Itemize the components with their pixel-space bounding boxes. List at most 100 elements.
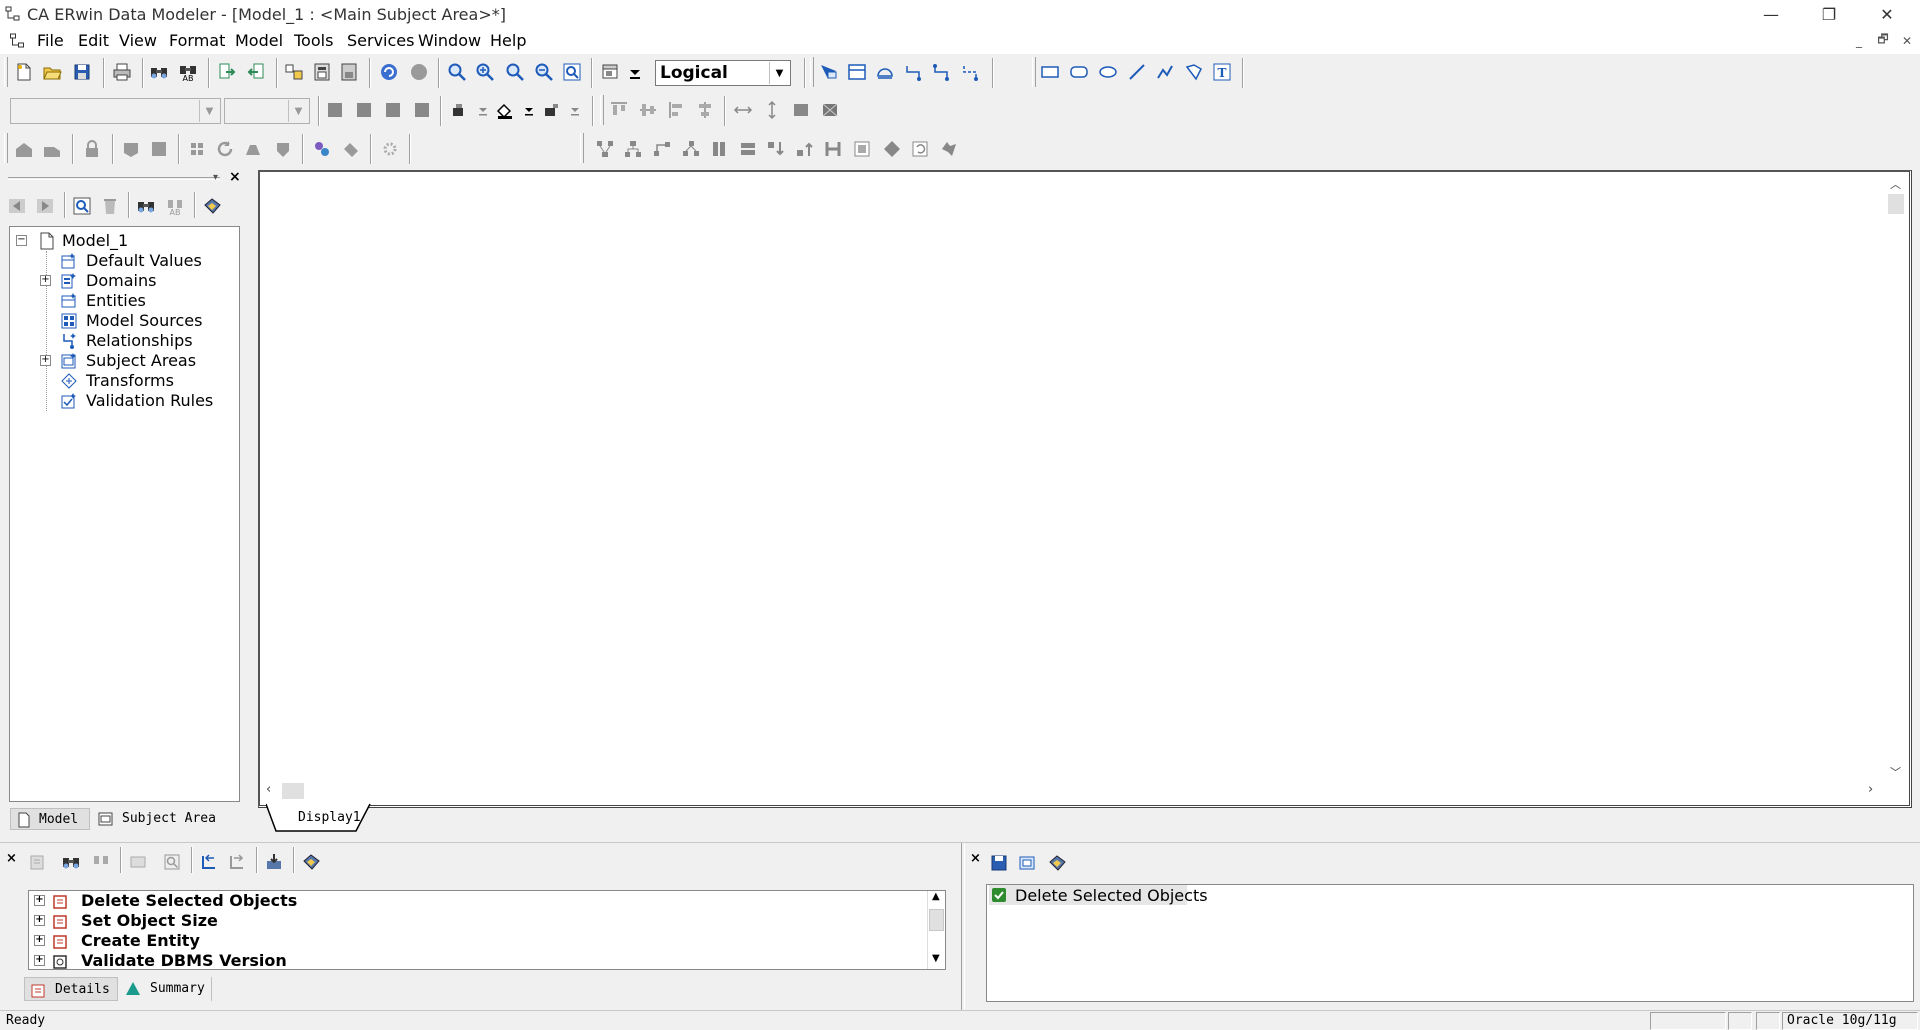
mart-version-icon[interactable] <box>272 138 294 160</box>
model-explorer-icon[interactable] <box>311 61 333 83</box>
zoom-in-icon[interactable] <box>446 61 468 83</box>
scroll-thumb[interactable] <box>282 783 304 799</box>
layout-bottom-up-icon[interactable] <box>794 138 816 160</box>
export-log-icon[interactable] <box>263 851 285 873</box>
tree-expand-toggle[interactable]: + <box>40 355 51 366</box>
mdi-restore-button[interactable]: 🗗 <box>1874 32 1892 49</box>
layout-diamond-icon[interactable] <box>881 138 903 160</box>
scroll-down-icon[interactable]: ﹀ <box>1890 764 1901 780</box>
expand-toggle[interactable]: + <box>34 955 45 966</box>
identifying-relationship-icon[interactable] <box>903 61 925 83</box>
delete-icon[interactable] <box>99 195 121 217</box>
forward-icon[interactable] <box>34 195 56 217</box>
scroll-thumb[interactable] <box>1888 194 1904 214</box>
copy-icon[interactable] <box>1016 852 1038 874</box>
font-color-dropdown-icon[interactable] <box>472 99 494 121</box>
find-icon[interactable] <box>148 61 170 83</box>
forward-engineer-icon[interactable] <box>216 61 238 83</box>
display-level-icon[interactable] <box>600 61 622 83</box>
save-icon[interactable] <box>71 61 93 83</box>
mart-refresh-icon[interactable] <box>214 138 236 160</box>
fit-model-icon[interactable] <box>533 61 555 83</box>
list-scrollbar[interactable]: ▲ ▼ <box>927 891 945 969</box>
space-down-icon[interactable] <box>761 99 783 121</box>
pane-menu-icon[interactable]: ▾ <box>213 172 225 184</box>
menu-model[interactable]: Model <box>235 31 283 50</box>
scroll-down-icon[interactable]: ▼ <box>932 953 940 964</box>
layout-hierarchical-icon[interactable] <box>594 138 616 160</box>
scroll-up-icon[interactable]: ︿ <box>1890 176 1901 192</box>
layout-top-down-icon[interactable] <box>765 138 787 160</box>
menu-edit[interactable]: Edit <box>78 31 109 50</box>
italic-icon[interactable] <box>353 99 375 121</box>
tab-details[interactable]: Details <box>24 977 118 1001</box>
align-top-icon[interactable] <box>608 99 630 121</box>
layout-rows-icon[interactable] <box>737 138 759 160</box>
properties-icon[interactable] <box>1046 852 1068 874</box>
rounded-rectangle-tool-icon[interactable] <box>1068 61 1090 83</box>
layout-auto-icon[interactable] <box>938 138 960 160</box>
detail-list[interactable]: Delete Selected Objects <box>986 884 1914 1002</box>
toolbar-grip[interactable] <box>810 57 814 87</box>
pane-splitter[interactable] <box>961 843 965 1011</box>
rectangle-tool-icon[interactable] <box>1039 61 1061 83</box>
expand-toggle[interactable]: + <box>34 895 45 906</box>
layout-orthogonal-icon[interactable] <box>651 138 673 160</box>
line-tool-icon[interactable] <box>1126 61 1148 83</box>
back-icon[interactable] <box>6 195 28 217</box>
redo-to-icon[interactable] <box>226 851 248 873</box>
redo-icon[interactable] <box>408 61 430 83</box>
action-log-list[interactable]: + Delete Selected Objects + Set Object S… <box>28 890 946 970</box>
scroll-right-icon[interactable]: › <box>1868 782 1873 797</box>
find-icon[interactable] <box>60 851 82 873</box>
layout-spread-icon[interactable] <box>822 138 844 160</box>
expand-toggle[interactable]: + <box>34 935 45 946</box>
scroll-left-icon[interactable]: ‹ <box>266 782 271 797</box>
menu-view[interactable]: View <box>119 31 157 50</box>
tab-model[interactable]: Model <box>10 808 90 830</box>
mart-report-icon[interactable] <box>148 138 170 160</box>
font-name-select[interactable]: ▼ <box>10 98 221 124</box>
tab-display1[interactable]: Display1 <box>298 810 361 825</box>
tab-subject-area[interactable]: Subject Area <box>92 808 222 830</box>
diagram-canvas[interactable] <box>258 170 1912 808</box>
clear-icon[interactable] <box>127 851 149 873</box>
menu-help[interactable]: Help <box>490 31 526 50</box>
pointer-icon[interactable] <box>817 61 839 83</box>
layout-columns-icon[interactable] <box>708 138 730 160</box>
pane-close-icon[interactable]: × <box>970 851 981 866</box>
ellipse-tool-icon[interactable] <box>1097 61 1119 83</box>
save-icon[interactable] <box>988 852 1010 874</box>
pane-grip[interactable] <box>8 177 220 180</box>
locate-icon[interactable] <box>71 195 93 217</box>
make-same-size-icon[interactable] <box>790 99 812 121</box>
find-replace-icon[interactable]: AB <box>177 61 199 83</box>
zoom-window-icon[interactable] <box>561 61 583 83</box>
strikeout-icon[interactable] <box>411 99 433 121</box>
undo-action-icon[interactable] <box>26 851 48 873</box>
mart-disconnect-icon[interactable] <box>340 138 362 160</box>
tree-expand-toggle[interactable]: + <box>40 275 51 286</box>
display-level-dropdown-icon[interactable] <box>624 61 646 83</box>
space-across-icon[interactable] <box>732 99 754 121</box>
align-center-icon[interactable] <box>694 99 716 121</box>
mart-settings-icon[interactable] <box>379 138 401 160</box>
mart-catalog-icon[interactable] <box>120 138 142 160</box>
toolbar-grip[interactable] <box>580 133 584 163</box>
vertical-scrollbar[interactable]: ︿ ﹀ <box>1886 174 1906 782</box>
align-left-icon[interactable] <box>666 99 688 121</box>
fill-color-icon[interactable] <box>494 99 516 121</box>
document-system-icon[interactable] <box>9 33 26 49</box>
scroll-up-icon[interactable]: ▲ <box>932 891 940 902</box>
close-button[interactable]: ✕ <box>1864 0 1910 28</box>
align-middle-icon[interactable] <box>637 99 659 121</box>
menu-tools[interactable]: Tools <box>294 31 333 50</box>
layout-reset-icon[interactable] <box>851 138 873 160</box>
menu-file[interactable]: File <box>37 31 64 50</box>
font-color-icon[interactable] <box>448 99 470 121</box>
text-tool-icon[interactable]: T <box>1211 61 1233 83</box>
font-size-select[interactable]: ▼ <box>224 98 310 124</box>
toolbar-grip[interactable] <box>1032 57 1036 87</box>
menu-window[interactable]: Window <box>418 31 481 50</box>
mart-merge-icon[interactable] <box>186 138 208 160</box>
